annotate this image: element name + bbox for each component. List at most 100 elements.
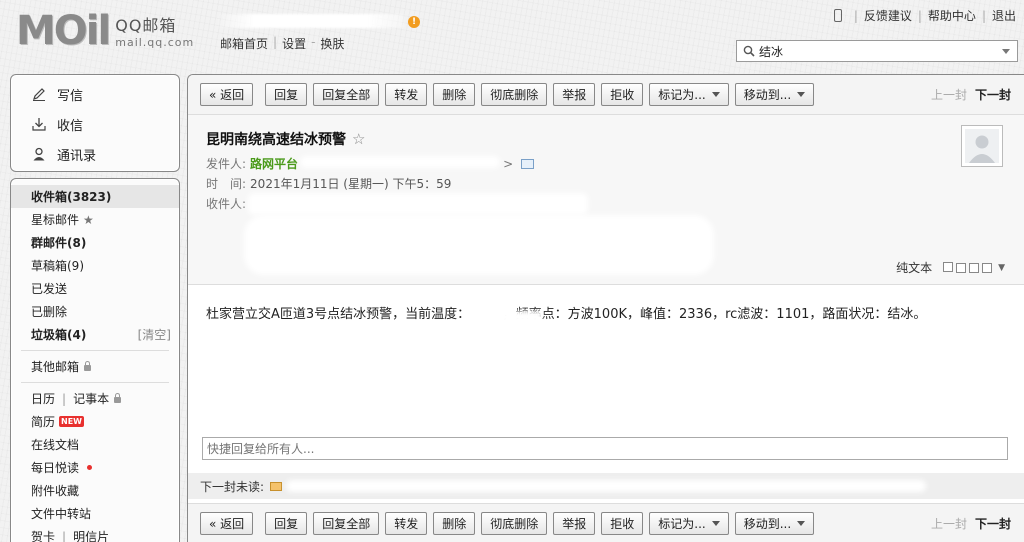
settings-link[interactable]: 设置 (282, 35, 306, 52)
folder-starred[interactable]: 星标邮件 ★ (11, 208, 179, 231)
next-unread-subject-redacted[interactable] (286, 480, 927, 492)
delete-button[interactable]: 删除 (433, 511, 476, 535)
folder-divider (21, 382, 169, 383)
forward-button[interactable]: 转发 (385, 83, 428, 106)
folder-spam[interactable]: 垃圾箱(4) [清空] (11, 323, 179, 346)
quick-reply-input[interactable] (202, 437, 1008, 460)
folder-drafts[interactable]: 草稿箱(9) (11, 254, 179, 277)
qq-mail-logo[interactable]: MOil QQ邮箱 mail.qq.com (16, 8, 194, 54)
recipient-blur (248, 193, 588, 215)
report-button[interactable]: 举报 (553, 511, 596, 535)
resume-link[interactable]: 简历 NEW (11, 410, 179, 433)
delete-forever-button[interactable]: 彻底删除 (481, 83, 548, 106)
logo-text: QQ邮箱 mail.qq.com (115, 16, 194, 50)
compose-button[interactable]: 写信 (11, 79, 179, 109)
change-skin-link[interactable]: 换肤 (320, 35, 344, 52)
new-window-glyph (943, 261, 954, 272)
cards-link[interactable]: 贺卡 (31, 528, 55, 542)
daily-read-link[interactable]: 每日悦读 (11, 456, 179, 479)
star-icon[interactable]: ☆ (352, 130, 365, 148)
search-box[interactable] (736, 40, 1018, 62)
copy-icon[interactable] (956, 262, 967, 273)
folder-inbox-label: 收件箱(3823) (31, 190, 112, 204)
attachments-link[interactable]: 附件收藏 (11, 479, 179, 502)
receive-button[interactable]: 收信 (11, 109, 179, 139)
postcards-link[interactable]: 明信片 (73, 528, 109, 542)
reply-button[interactable]: 回复 (265, 83, 308, 106)
folder-sent[interactable]: 已发送 (11, 277, 179, 300)
print-icon[interactable] (982, 262, 993, 273)
delete-button[interactable]: 删除 (433, 83, 476, 106)
recipient-list-blur (244, 215, 714, 275)
daily-read-label: 每日悦读 (31, 461, 80, 475)
move-to-dropdown[interactable]: 移动到... (734, 511, 815, 535)
back-button[interactable]: « 返回 (200, 511, 254, 535)
alert-icon[interactable]: ! (408, 16, 420, 28)
new-badge: NEW (59, 416, 84, 427)
next-mail-link[interactable]: 下一封 (975, 86, 1011, 103)
contact-card-icon[interactable] (521, 158, 535, 169)
mail-header: 昆明南绕高速结冰预警 ☆ 发件人: 路网平台 > 时 间: 2021年1月11日… (188, 115, 1024, 285)
sender-name[interactable]: 路网平台 (250, 155, 298, 172)
logo-name: QQ邮箱 (115, 16, 177, 35)
mail-nav: 上一封 下一封 (931, 86, 1011, 103)
help-center-link[interactable]: 帮助中心 (928, 7, 976, 24)
receive-label: 收信 (57, 118, 84, 134)
folder-list: 收件箱(3823) 星标邮件 ★ 群邮件(8) 草稿箱(9) 已发送 已删除 垃… (10, 178, 180, 542)
mail-nav: 上一封 下一封 (931, 515, 1011, 532)
folder-drafts-label: 草稿箱(9) (31, 259, 84, 273)
clear-spam-link[interactable]: [清空] (138, 326, 171, 343)
pen-icon (33, 88, 45, 101)
folder-groups[interactable]: 群邮件(8) (11, 231, 179, 254)
online-docs-link[interactable]: 在线文档 (11, 433, 179, 456)
download-icon[interactable] (969, 262, 980, 273)
feedback-link[interactable]: 反馈建议 (864, 7, 912, 24)
notebook-link[interactable]: 记事本 (73, 390, 109, 407)
report-button[interactable]: 举报 (553, 83, 596, 106)
folder-inbox[interactable]: 收件箱(3823) (11, 185, 179, 208)
time-row: 时 间: 2021年1月11日 (星期一) 下午5：59 (206, 175, 451, 192)
mark-as-dropdown[interactable]: 标记为... (649, 83, 729, 106)
calendar-link[interactable]: 日历 (31, 390, 55, 407)
reply-button[interactable]: 回复 (265, 511, 308, 535)
prev-mail-link[interactable]: 上一封 (931, 515, 967, 532)
mark-as-label: 标记为... (658, 88, 706, 102)
logo-mark: MOil (16, 8, 111, 54)
contacts-button[interactable]: 通讯录 (11, 139, 179, 169)
mailbox-home-link[interactable]: 邮箱首页 (220, 35, 268, 52)
top-bar: MOil QQ邮箱 mail.qq.com ! 邮箱首页 | 设置 - 换肤 |… (0, 0, 1024, 70)
delete-forever-button[interactable]: 彻底删除 (481, 511, 548, 535)
move-to-dropdown[interactable]: 移动到... (734, 83, 815, 106)
reject-button[interactable]: 拒收 (601, 511, 644, 535)
mark-as-dropdown[interactable]: 标记为... (649, 511, 729, 535)
contacts-icon (33, 147, 45, 161)
phone-icon[interactable] (833, 9, 842, 22)
plain-text-link[interactable]: 纯文本 (896, 259, 932, 276)
sidebar-actions: 写信 收信 通讯录 (10, 74, 180, 172)
more-options-icon[interactable]: ▼ (998, 263, 1005, 273)
sender-address-blur (300, 156, 500, 168)
back-button[interactable]: « 返回 (200, 83, 254, 106)
logout-link[interactable]: 退出 (992, 7, 1016, 24)
prev-mail-link[interactable]: 上一封 (931, 86, 967, 103)
reply-all-button[interactable]: 回复全部 (313, 83, 380, 106)
calendar-notebook-row: 日历 | 记事本 (11, 387, 179, 410)
link-separator: | (62, 529, 67, 542)
user-links: | 反馈建议 | 帮助中心 | 退出 (833, 7, 1016, 24)
file-transfer-link[interactable]: 文件中转站 (11, 502, 179, 525)
forward-button[interactable]: 转发 (385, 511, 428, 535)
search-input[interactable] (759, 42, 1002, 60)
search-dropdown-icon[interactable] (1002, 48, 1010, 54)
next-unread-bar: 下一封未读: (188, 473, 1024, 499)
folder-sent-label: 已发送 (31, 282, 68, 296)
folder-deleted[interactable]: 已删除 (11, 300, 179, 323)
star-icon: ★ (83, 212, 94, 227)
next-mail-link[interactable]: 下一封 (975, 515, 1011, 532)
folder-other-mailbox[interactable]: 其他邮箱 (11, 355, 179, 378)
reply-all-button[interactable]: 回复全部 (313, 511, 380, 535)
mark-as-label: 标记为... (658, 516, 706, 531)
logo-domain: mail.qq.com (115, 36, 195, 49)
sender-avatar[interactable] (961, 125, 1003, 167)
reject-button[interactable]: 拒收 (601, 83, 644, 106)
new-window-icon[interactable] (940, 261, 954, 275)
